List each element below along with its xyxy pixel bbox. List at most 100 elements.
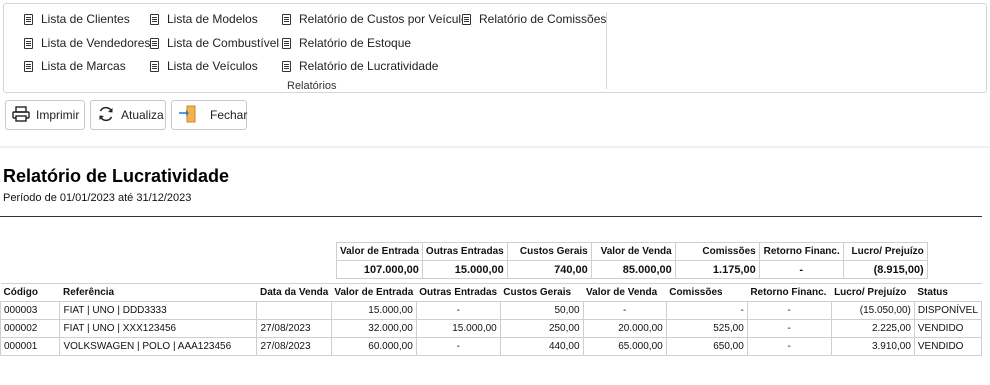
cell-valor-entrada: 60.000,00 xyxy=(330,337,417,356)
table-row[interactable]: 000003 FIAT | UNO | DDD3333 15.000,00 - … xyxy=(0,301,983,320)
ribbon-item-relatorio-lucratividade[interactable]: Relatório de Lucratividade xyxy=(282,59,438,73)
column-header[interactable]: Retorno Financ. xyxy=(747,283,832,302)
cell-data-venda xyxy=(256,301,332,320)
cell-retorno-financ: - xyxy=(746,337,832,356)
ribbon-item-relatorio-estoque[interactable]: Relatório de Estoque xyxy=(282,36,411,50)
column-header[interactable]: Lucro/ Prejuízo xyxy=(831,283,915,302)
cell-retorno-financ: - xyxy=(746,301,832,320)
document-icon xyxy=(462,13,471,25)
report-divider xyxy=(0,216,982,217)
close-button-label: Fechar xyxy=(210,108,248,122)
cell-codigo: 000001 xyxy=(0,337,61,356)
print-button-label: Imprimir xyxy=(36,108,80,122)
cell-outras-entradas: - xyxy=(415,301,501,320)
ribbon-item-label: Lista de Vendedores xyxy=(41,36,151,50)
ribbon-item-label: Lista de Combustível xyxy=(167,36,280,50)
column-header[interactable]: Valor de Entrada xyxy=(331,283,417,302)
table-header-row: Código Referência Data da Venda Valor de… xyxy=(0,283,982,302)
cell-referencia: FIAT | UNO | DDD3333 xyxy=(59,301,258,320)
summary-value: (8.915,00) xyxy=(842,260,928,279)
refresh-icon xyxy=(97,105,115,126)
table-row[interactable]: 000001 VOLKSWAGEN | POLO | AAA123456 27/… xyxy=(0,337,983,356)
refresh-button-label: Atualiza xyxy=(121,108,164,122)
column-header[interactable]: Custos Gerais xyxy=(500,283,584,302)
print-button[interactable]: Imprimir xyxy=(5,100,85,130)
column-header[interactable]: Comissões xyxy=(666,283,748,302)
cell-outras-entradas: 15.000,00 xyxy=(415,319,501,338)
ribbon-item-label: Relatório de Estoque xyxy=(299,36,412,50)
document-icon xyxy=(150,37,159,49)
cell-lucro-prejuizo: 2.225,00 xyxy=(830,319,915,338)
summary-header: Lucro/ Prejuízo xyxy=(842,242,928,261)
close-button[interactable]: Fechar xyxy=(171,100,247,130)
cell-comissoes: 650,00 xyxy=(665,337,748,356)
ribbon-group-label: Relatórios xyxy=(287,80,337,92)
cell-custos-gerais: 50,00 xyxy=(499,301,584,320)
summary-value: 107.000,00 xyxy=(336,260,423,279)
column-header[interactable]: Outras Entradas xyxy=(416,283,501,302)
column-header[interactable]: Valor de Venda xyxy=(583,283,667,302)
cell-custos-gerais: 440,00 xyxy=(499,337,584,356)
column-header[interactable]: Status xyxy=(914,283,982,302)
document-icon xyxy=(150,13,159,25)
cell-lucro-prejuizo: (15.050,00) xyxy=(830,301,915,320)
column-header[interactable]: Código xyxy=(0,283,60,302)
ribbon-separator xyxy=(606,12,607,89)
ribbon-item-lista-clientes[interactable]: Lista de Clientes xyxy=(24,12,130,26)
cell-data-venda: 27/08/2023 xyxy=(256,337,332,356)
report-table: Código Referência Data da Venda Valor de… xyxy=(0,283,983,356)
cell-referencia: FIAT | UNO | XXX123456 xyxy=(59,319,258,338)
ribbon-item-label: Lista de Marcas xyxy=(41,59,126,73)
report-title: Relatório de Lucratividade xyxy=(3,166,230,186)
summary-value: 85.000,00 xyxy=(590,260,676,279)
ribbon-item-lista-combustivel[interactable]: Lista de Combustível xyxy=(150,36,279,50)
report-view: Relatório de Lucratividade Período de 01… xyxy=(0,148,990,385)
ribbon-item-label: Lista de Clientes xyxy=(41,12,130,26)
ribbon: Lista de Clientes Lista de Vendedores Li… xyxy=(3,3,987,93)
summary-header: Comissões xyxy=(674,242,760,261)
table-row[interactable]: 000002 FIAT | UNO | XXX123456 27/08/2023… xyxy=(0,319,983,338)
document-icon xyxy=(282,60,291,72)
column-header[interactable]: Referência xyxy=(59,283,257,302)
cell-status: VENDIDO xyxy=(913,337,983,356)
document-icon xyxy=(282,37,291,49)
ribbon-item-label: Relatório de Custos por Veículo xyxy=(299,12,468,26)
summary-header: Valor de Venda xyxy=(590,242,676,261)
toolbar: Imprimir Atualiza Fechar xyxy=(0,96,990,146)
summary-value: - xyxy=(758,260,844,279)
document-icon xyxy=(150,60,159,72)
summary-header: Custos Gerais xyxy=(506,242,592,261)
cell-retorno-financ: - xyxy=(746,319,832,338)
ribbon-item-relatorio-custos[interactable]: Relatório de Custos por Veículo xyxy=(282,12,468,26)
summary-table: Valor de Entrada Outras Entradas Custos … xyxy=(336,242,928,279)
summary-header: Retorno Financ. xyxy=(758,242,844,261)
ribbon-item-lista-marcas[interactable]: Lista de Marcas xyxy=(24,59,126,73)
ribbon-item-lista-veiculos[interactable]: Lista de Veículos xyxy=(150,59,258,73)
summary-value: 15.000,00 xyxy=(421,260,508,279)
cell-valor-venda: - xyxy=(582,301,667,320)
cell-valor-entrada: 15.000,00 xyxy=(330,301,417,320)
column-header[interactable]: Data da Venda xyxy=(256,283,332,302)
printer-icon xyxy=(12,105,30,125)
ribbon-item-label: Relatório de Lucratividade xyxy=(299,59,439,73)
cell-outras-entradas: - xyxy=(415,337,501,356)
cell-status: DISPONÍVEL xyxy=(913,301,983,320)
summary-header: Outras Entradas xyxy=(421,242,508,261)
cell-valor-entrada: 32.000,00 xyxy=(330,319,417,338)
document-icon xyxy=(282,13,291,25)
summary-value: 740,00 xyxy=(506,260,592,279)
cell-valor-venda: 65.000,00 xyxy=(582,337,667,356)
summary-header: Valor de Entrada xyxy=(336,242,423,261)
cell-comissoes: 525,00 xyxy=(665,319,748,338)
report-period: Período de 01/01/2023 até 31/12/2023 xyxy=(3,192,192,204)
ribbon-item-lista-vendedores[interactable]: Lista de Vendedores xyxy=(24,36,150,50)
ribbon-item-label: Relatório de Comissões xyxy=(479,12,607,26)
refresh-button[interactable]: Atualiza xyxy=(90,100,166,130)
ribbon-item-lista-modelos[interactable]: Lista de Modelos xyxy=(150,12,258,26)
ribbon-item-relatorio-comissoes[interactable]: Relatório de Comissões xyxy=(462,12,606,26)
cell-codigo: 000003 xyxy=(0,301,61,320)
cell-lucro-prejuizo: 3.910,00 xyxy=(830,337,915,356)
cell-valor-venda: 20.000,00 xyxy=(582,319,667,338)
summary-header-row: Valor de Entrada Outras Entradas Custos … xyxy=(336,242,928,261)
ribbon-item-label: Lista de Modelos xyxy=(167,12,258,26)
